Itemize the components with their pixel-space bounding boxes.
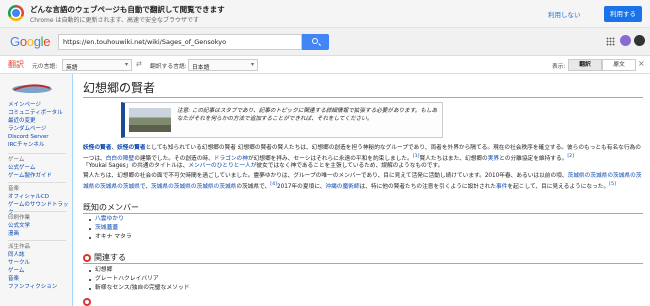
sidebar-heading-fan: 派生作品 <box>8 244 31 250</box>
sidebar-games: ゲーム 公式ゲーム ゲーム製作ガイド <box>8 156 52 180</box>
view-translated-button[interactable]: 翻訳 <box>568 59 602 71</box>
promo-title: どんな言語のウェブページも自動で翻訳して閲覧できます <box>30 5 225 14</box>
sidebar-item-community-portal[interactable]: コミュニティポータル <box>8 109 63 117</box>
link-barrier[interactable]: 白白の障壁 <box>106 155 134 161</box>
link-youkai-sage[interactable]: 妖怪の賢者 <box>83 145 111 151</box>
sidebar-fan: 派生作品 同人誌 サークル ゲーム 音楽 ファンフィクション <box>8 243 57 291</box>
sidebar-item-main-page[interactable]: メインページ <box>8 101 63 109</box>
sidebar-item-official-cd[interactable]: オフィシャルCD <box>8 193 72 201</box>
sidebar-item-circles[interactable]: サークル <box>8 259 57 267</box>
link-ibaraki-2[interactable]: 茨城県の茨城県の茨城県の茨城県 <box>151 183 236 189</box>
known-members-list: 八雲ゆかり 茨城蓋蓋 オキナ マタラ <box>89 215 132 242</box>
citation-5[interactable]: [5] <box>609 182 616 187</box>
link-incident[interactable]: 事件 <box>496 183 507 189</box>
stub-image <box>129 108 171 132</box>
sidebar-item-game-guide[interactable]: ゲーム製作ガイド <box>8 172 52 180</box>
list-item[interactable]: 幻想郷 <box>89 266 190 275</box>
sidebar-item-irc[interactable]: IRCチャンネル <box>8 141 63 149</box>
sidebar-item-official-games[interactable]: 公式ゲーム <box>8 164 52 172</box>
link-dragon-god[interactable]: ドラゴンの神 <box>214 155 248 161</box>
translate-brand: 翻訳 <box>8 60 24 69</box>
promo-subtitle: Chrome は自動的に更新されます、高速で安全なブラウザです <box>30 17 199 24</box>
avatar[interactable] <box>634 35 645 46</box>
decline-button[interactable]: 利用しない <box>548 9 581 19</box>
list-item[interactable]: 八雲ゆかり <box>89 215 132 224</box>
divider <box>8 153 66 154</box>
link-outside-world[interactable]: 実界 <box>488 155 499 161</box>
citation-2[interactable]: [2] <box>567 154 574 159</box>
close-icon[interactable]: × <box>638 59 645 68</box>
source-language-label: 元の言語: <box>32 64 58 70</box>
target-language-select[interactable]: 日本語 <box>188 59 258 71</box>
sidebar-heading-games: ゲーム <box>8 157 25 163</box>
sidebar-item-fan-music[interactable]: 音楽 <box>8 275 57 283</box>
wiki-logo-icon[interactable] <box>10 80 54 96</box>
view-label: 表示: <box>552 64 566 70</box>
list-item[interactable]: グレートハクレイバリア <box>89 275 190 284</box>
sidebar-item-discord[interactable]: Discord Server <box>8 133 63 141</box>
url-input[interactable]: https://en.touhouwiki.net/wiki/Sages_of_… <box>58 34 302 50</box>
title-paragraph: 「Youkai Sages」の共通のタイトルは、メンバーのひとりと一人が彼女では… <box>83 163 444 169</box>
list-item[interactable]: 茨城蓋蓋 <box>89 224 132 233</box>
divider <box>8 182 66 183</box>
apps-grid-icon[interactable] <box>606 37 615 46</box>
divider <box>8 211 66 212</box>
sidebar-item-recent-changes[interactable]: 最近の変更 <box>8 117 63 125</box>
related-list: 幻想郷 グレートハクレイバリア 斬様なセンス/独自の完璧なメソッド <box>89 266 190 293</box>
search-icon <box>312 38 318 44</box>
sidebar-item-doujinshi[interactable]: 同人誌 <box>8 251 57 259</box>
google-logo[interactable]: Google <box>10 34 50 49</box>
sidebar-heading-music: 音楽 <box>8 186 20 192</box>
google-translate-header: Google https://en.touhouwiki.net/wiki/Sa… <box>0 28 650 56</box>
stub-notice-text: 注意: この記事はスタブであり、記事のトピックに関連する詳細情報で拡張する必要が… <box>177 108 438 122</box>
list-item[interactable]: 斬様なセンス/独自の完璧なメソッド <box>89 284 190 293</box>
swap-languages-icon[interactable]: ⇄ <box>136 60 142 68</box>
link-member[interactable]: メンバーのひとりと一人が <box>188 163 256 169</box>
divider <box>83 97 643 98</box>
wiki-sidebar: メインページ コミュニティポータル 最近の変更 ランダムページ Discord … <box>0 74 72 306</box>
sidebar-item-manga[interactable]: 漫画 <box>8 230 30 238</box>
translate-url-button[interactable] <box>302 34 329 50</box>
citation-4[interactable]: [4] <box>270 182 277 187</box>
article-content: 幻想郷の賢者 注意: この記事はスタブであり、記事のトピックに関連する詳細情報で… <box>72 74 650 306</box>
sidebar-item-fan-games[interactable]: ゲーム <box>8 267 57 275</box>
chrome-logo-icon <box>8 5 24 21</box>
link-youkai-sage-2[interactable]: 妖怪の賢者 <box>117 145 145 151</box>
list-item: オキナ マタラ <box>89 233 132 242</box>
sidebar-heading-print: 印刷作業 <box>8 215 31 221</box>
translate-toolbar: 翻訳 元の言語: 英語 ⇄ 翻訳する言語: 日本語 表示: 翻訳 原文 × <box>0 56 650 74</box>
account-circle-icon[interactable] <box>620 35 631 46</box>
link-okinawa-magician[interactable]: 沖縄の魔術師 <box>325 183 359 189</box>
divider <box>83 263 643 264</box>
source-language-select[interactable]: 英語 <box>62 59 132 71</box>
target-language-label: 翻訳する言語: <box>150 64 187 70</box>
known-members-heading: 既知のメンバー <box>83 203 139 212</box>
divider <box>8 240 66 241</box>
sidebar-item-literature[interactable]: 公式文学 <box>8 222 30 230</box>
intro-paragraph: 妖怪の賢者、妖怪の賢者としても知られている幻想郷の賢者 幻想郷の賢者の賢人たちは… <box>83 145 641 162</box>
related-icon <box>83 254 91 262</box>
stub-notice: 注意: この記事はスタブであり、記事のトピックに関連する詳細情報で拡張する必要が… <box>121 102 443 138</box>
browser-window: どんな言語のウェブページも自動で翻訳して閲覧できます Chrome は自動的に更… <box>0 0 650 306</box>
sidebar-item-random-page[interactable]: ランダムページ <box>8 125 63 133</box>
divider <box>83 213 643 214</box>
citation-1[interactable]: [1] <box>413 154 420 159</box>
translate-promo-bar: どんな言語のウェブページも自動で翻訳して閲覧できます Chrome は自動的に更… <box>0 0 650 28</box>
sidebar-music: 音楽 オフィシャルCD ゲームのサウンドトラック <box>8 185 72 217</box>
view-original-button[interactable]: 原文 <box>602 59 636 71</box>
next-section-icon <box>83 298 91 306</box>
page-title: 幻想郷の賢者 <box>83 81 156 95</box>
sidebar-print: 印刷作業 公式文学 漫画 <box>8 214 30 238</box>
history-paragraph: 賢人たちは、幻想郷の社会の面で不可欠時間を過ごしていました。霊夢ゆかりは、グルー… <box>83 173 642 190</box>
related-heading: 関連する <box>94 253 126 262</box>
accept-button[interactable]: 利用する <box>604 6 642 22</box>
sidebar-item-fanfiction[interactable]: ファンフィクション <box>8 283 57 291</box>
sidebar-main: メインページ コミュニティポータル 最近の変更 ランダムページ Discord … <box>8 101 63 149</box>
